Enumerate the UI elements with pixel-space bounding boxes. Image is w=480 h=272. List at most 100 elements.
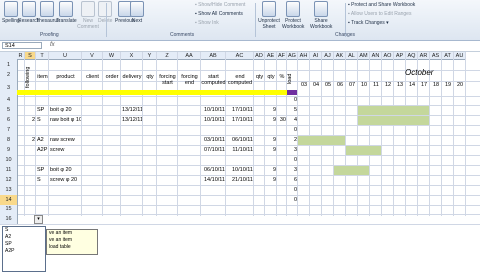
cell[interactable]: 3: [288, 145, 297, 155]
cell[interactable]: 10/10/11: [227, 165, 253, 175]
cell[interactable]: 2: [288, 135, 297, 145]
cell[interactable]: 2: [26, 115, 35, 125]
cell[interactable]: 2: [26, 135, 35, 145]
row-header[interactable]: 14: [0, 195, 18, 205]
cell[interactable]: screw: [50, 145, 81, 155]
name-box[interactable]: S14: [2, 42, 42, 49]
cell[interactable]: 0: [288, 96, 297, 105]
column-header[interactable]: W: [103, 52, 121, 60]
cell[interactable]: 10/10/11: [202, 105, 225, 115]
column-gridline: [441, 52, 442, 216]
cell[interactable]: 10/10/11: [202, 115, 225, 125]
cell[interactable]: 9: [266, 165, 276, 175]
cell[interactable]: A2: [37, 135, 48, 145]
column-header[interactable]: X: [121, 52, 143, 60]
dropdown-item[interactable]: A2P: [3, 248, 45, 255]
column-title: client: [86, 74, 99, 80]
row-header[interactable]: 7: [0, 125, 18, 135]
cell[interactable]: 06/10/11: [227, 135, 253, 145]
dropdown-item[interactable]: SP: [3, 241, 45, 248]
column-header[interactable]: AA: [178, 52, 201, 60]
ribbon-button[interactable]: Next: [130, 1, 144, 24]
ribbon-button[interactable]: Thesaurus: [36, 1, 60, 24]
row-gridline: [0, 185, 480, 186]
ribbon-button[interactable]: Unprotect Sheet: [258, 1, 280, 30]
column-header[interactable]: Z: [157, 52, 178, 60]
cell[interactable]: 9: [266, 175, 276, 185]
cell[interactable]: 3: [288, 165, 297, 175]
cell[interactable]: 0: [288, 195, 297, 205]
cell[interactable]: 17/10/11: [227, 115, 253, 125]
row-header[interactable]: 15: [0, 205, 18, 214]
cell[interactable]: screw φ 20: [50, 175, 81, 185]
cell[interactable]: S: [37, 175, 48, 185]
cell[interactable]: 03/10/11: [202, 135, 225, 145]
row-header[interactable]: 12: [0, 175, 18, 185]
row-header[interactable]: 9: [0, 145, 18, 155]
row-header[interactable]: 5: [0, 105, 18, 115]
ribbon-button[interactable]: Translate: [56, 1, 77, 24]
ribbon-button[interactable]: New Comment: [77, 1, 99, 30]
cell[interactable]: raw screw: [50, 135, 81, 145]
ribbon-small-button[interactable]: ▪ Show/Hide Comment: [195, 2, 245, 8]
ribbon-small-button[interactable]: ▪ Show All Comments: [195, 11, 243, 17]
row-header[interactable]: 2: [0, 70, 18, 81]
cell[interactable]: 9: [266, 145, 276, 155]
ribbon-small-button[interactable]: ▪ Show Ink: [195, 20, 219, 26]
ribbon-button[interactable]: Protect Workbook: [282, 1, 304, 30]
cell[interactable]: 5: [288, 105, 297, 115]
ribbon-button[interactable]: Share Workbook: [310, 1, 332, 30]
cell[interactable]: boit φ 20: [50, 105, 81, 115]
header-highlight-band: [17, 90, 287, 95]
row-header[interactable]: 4: [0, 96, 18, 105]
cell[interactable]: 07/10/11: [202, 145, 225, 155]
ribbon-small-button[interactable]: ▪ Track Changes ▾: [348, 20, 389, 26]
column-header[interactable]: AB: [201, 52, 226, 60]
cell[interactable]: 13/12/11: [122, 105, 142, 115]
cell[interactable]: 06/10/11: [202, 165, 225, 175]
cell[interactable]: 9: [266, 115, 276, 125]
row-header[interactable]: 11: [0, 165, 18, 175]
column-header[interactable]: Y: [143, 52, 157, 60]
cell[interactable]: SP: [37, 105, 48, 115]
cell[interactable]: 6: [288, 175, 297, 185]
cell[interactable]: 11/10/11: [227, 145, 253, 155]
group-label-proofing: Proofing: [40, 32, 59, 38]
row-header[interactable]: 8: [0, 135, 18, 145]
row-header[interactable]: 1: [0, 60, 18, 70]
dropdown-arrow[interactable]: ▾: [34, 215, 43, 224]
ribbon-small-button[interactable]: ▪ Protect and Share Workbook: [348, 2, 415, 8]
cell[interactable]: 9: [266, 105, 276, 115]
ribbon-button-label: Thesaurus: [36, 18, 60, 24]
cell[interactable]: 0: [288, 155, 297, 165]
cell[interactable]: boit φ 20: [50, 165, 81, 175]
cell[interactable]: 13/12/11: [122, 115, 142, 125]
column-header[interactable]: AC: [226, 52, 254, 60]
cell[interactable]: 0: [288, 125, 297, 135]
autocomplete-dropdown[interactable]: S A2 SP A2P: [2, 226, 46, 272]
row-header[interactable]: 10: [0, 155, 18, 165]
cell[interactable]: 0: [288, 185, 297, 195]
gantt-day: 10: [360, 82, 368, 88]
cell[interactable]: 21/10/11: [227, 175, 253, 185]
cell[interactable]: A2P: [37, 145, 48, 155]
row-header[interactable]: 13: [0, 185, 18, 195]
column-header[interactable]: U: [49, 52, 82, 60]
row-header[interactable]: 3: [0, 81, 18, 96]
cell[interactable]: SP: [37, 165, 48, 175]
cell[interactable]: 14/10/11: [202, 175, 225, 185]
row-header[interactable]: 6: [0, 115, 18, 125]
cell[interactable]: 4: [288, 115, 297, 125]
dropdown-item[interactable]: S: [3, 227, 45, 234]
group-label-comments: Comments: [170, 32, 195, 38]
cell[interactable]: 30: [278, 115, 286, 125]
row-header[interactable]: 16: [0, 214, 18, 224]
ribbon-small-button[interactable]: ▪ Allow Users to Edit Ranges: [348, 11, 411, 17]
column-header[interactable]: V: [82, 52, 103, 60]
cell[interactable]: 17/10/11: [227, 105, 253, 115]
cell[interactable]: raw boit φ 10: [50, 115, 81, 125]
dropdown-item[interactable]: A2: [3, 234, 45, 241]
cell[interactable]: S: [37, 115, 48, 125]
cell[interactable]: 9: [266, 135, 276, 145]
column-title: item: [37, 74, 48, 80]
